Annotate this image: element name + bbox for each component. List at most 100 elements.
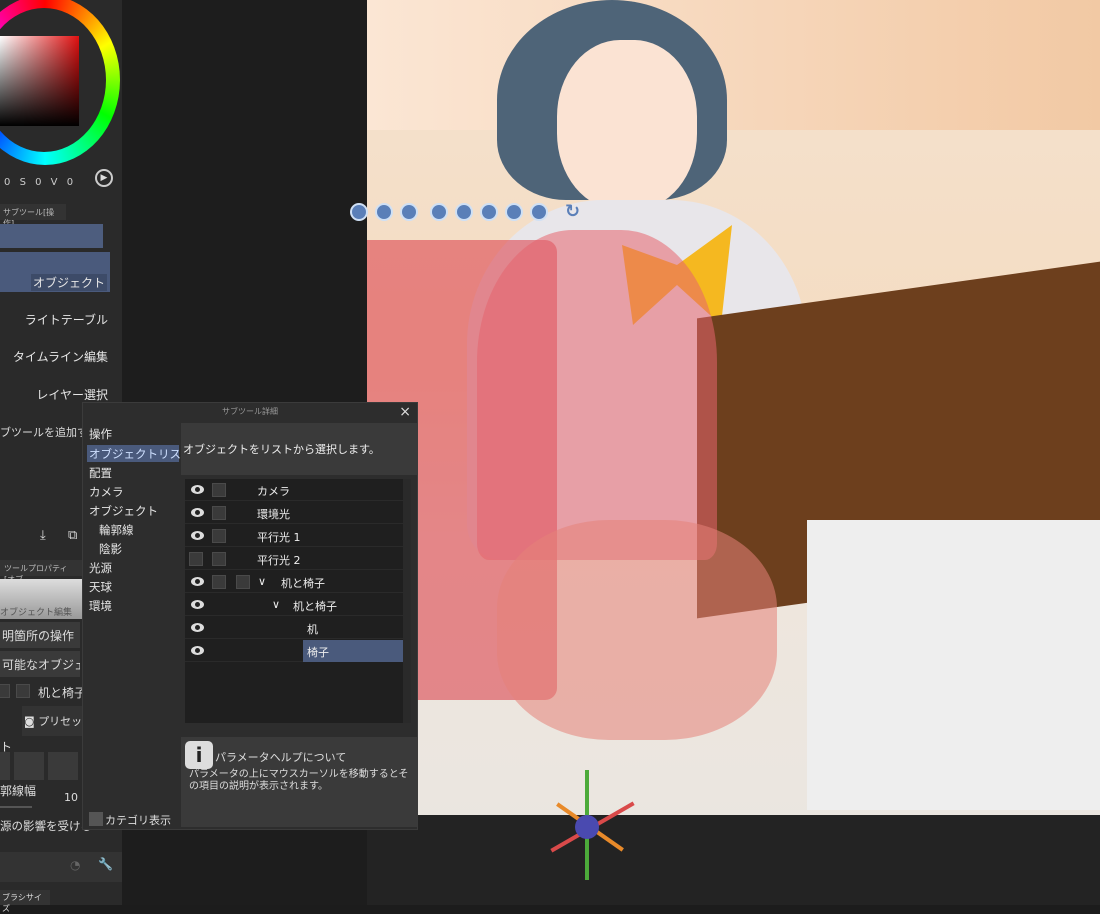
add-subtool-button[interactable]: ブツールを追加す [0, 424, 88, 440]
brush-size-tab[interactable]: ブラシサイズ [0, 890, 50, 913]
color-values: 0 S 0 V 0 [4, 177, 73, 188]
subtool-item-lighttable[interactable]: ライトテーブル [25, 311, 108, 328]
tool-property-tab[interactable]: ツールプロパティ[オブ [0, 560, 82, 584]
gizmo-center[interactable] [575, 815, 599, 839]
checkbox[interactable] [16, 684, 30, 698]
info-icon: i [185, 741, 213, 769]
list-item[interactable]: ∨ 机と椅子 [185, 594, 403, 616]
subtool-group-header[interactable] [0, 224, 103, 248]
light-presets [0, 752, 80, 780]
list-item[interactable]: 環境光 [185, 502, 403, 524]
visibility-checkbox-off[interactable] [189, 552, 203, 566]
affect-light-checkbox-label[interactable]: 源の影響を受ける [0, 818, 92, 834]
preset-button[interactable]: ◙ プリセッ [22, 706, 82, 736]
3d-manipulator-gizmo[interactable] [545, 770, 645, 880]
list-item-selected[interactable]: 椅子 [185, 640, 403, 662]
canvas-illustration[interactable] [367, 0, 1100, 905]
category-camera[interactable]: カメラ [89, 484, 124, 500]
subtool-tab[interactable]: サブツール[操作] [0, 204, 66, 228]
subtool-item-layer-select[interactable]: レイヤー選択 [36, 386, 108, 403]
category-shading[interactable]: 陰影 [99, 541, 122, 557]
reset-icon[interactable]: ↻ [565, 201, 580, 222]
lock-checkbox[interactable] [212, 483, 226, 497]
chevron-down-icon[interactable]: ∨ [258, 575, 266, 588]
item-label: 椅子 [307, 646, 329, 659]
help-text: パラメータの上にマウスカーソルを移動するとその項目の説明が表示されます。 [189, 769, 409, 792]
item-label: 平行光 1 [257, 531, 301, 544]
lock-checkbox[interactable] [212, 552, 226, 566]
move-icon[interactable] [350, 203, 368, 221]
category-environment[interactable]: 環境 [89, 598, 112, 614]
item-label: 環境光 [257, 508, 290, 521]
transparent-operation-button[interactable]: 明箇所の操作 [0, 622, 80, 648]
category-object[interactable]: オブジェクト [89, 503, 158, 519]
ground-icon[interactable] [505, 203, 523, 221]
item-label: 平行光 2 [257, 554, 301, 567]
light-preset[interactable] [0, 752, 10, 780]
camera-icon: ◙ [24, 715, 35, 728]
subtool-item-timeline[interactable]: タイムライン編集 [13, 348, 108, 365]
list-scrollbar[interactable] [403, 479, 411, 723]
eye-icon[interactable] [191, 646, 204, 655]
download-icon[interactable]: ⤓ [40, 528, 46, 543]
lock-checkbox[interactable] [212, 506, 226, 520]
tool-preview: オブジェクト編集 [0, 579, 82, 619]
outline-width-label: 郭線幅 [0, 784, 37, 798]
outline-width-slider[interactable] [0, 806, 32, 808]
parameter-help: i パラメータヘルプについて パラメータの上にマウスカーソルを移動するとその項目… [181, 737, 417, 827]
category-light-source[interactable]: 光源 [89, 560, 112, 576]
lock-checkbox[interactable] [212, 529, 226, 543]
character-sweater [477, 230, 717, 560]
eye-icon[interactable] [191, 600, 204, 609]
wrench-icon[interactable]: 🔧 [98, 857, 113, 871]
background-desk-sketch [807, 520, 1100, 810]
light-preset[interactable] [48, 752, 78, 780]
category-object-list[interactable]: オブジェクトリスト [89, 446, 193, 462]
category-display-checkbox[interactable] [89, 812, 103, 826]
item-label: 机 [307, 623, 318, 636]
list-item[interactable]: カメラ [185, 479, 403, 501]
category-display-label[interactable]: カテゴリ表示 [105, 812, 171, 828]
move-plane-icon[interactable] [430, 203, 448, 221]
saturation-value-square[interactable] [0, 36, 79, 126]
category-outline[interactable]: 輪郭線 [99, 522, 134, 538]
object-list: カメラ 環境光 平行光 1 平行光 2 ∨ 机と椅子 ∨ 机と椅子 机 椅子 [185, 479, 403, 723]
eye-icon[interactable] [191, 623, 204, 632]
fit-icon[interactable] [530, 203, 548, 221]
lock-checkbox[interactable] [212, 575, 226, 589]
eye-icon[interactable] [191, 485, 204, 494]
eye-icon[interactable] [191, 577, 204, 586]
clock-icon[interactable]: ◔ [70, 858, 80, 872]
category-sky[interactable]: 天球 [89, 579, 112, 595]
item-label: 机と椅子 [293, 600, 337, 613]
copy-icon[interactable]: ⧉ [68, 528, 77, 543]
canvas-edge [367, 815, 1100, 905]
rotate-object-icon[interactable] [455, 203, 473, 221]
subtool-label: オブジェクト [30, 274, 107, 291]
list-item[interactable]: 平行光 2 [185, 548, 403, 570]
list-item[interactable]: 机 [185, 617, 403, 639]
help-title: パラメータヘルプについて [215, 751, 347, 764]
light-preset[interactable] [14, 752, 44, 780]
subtool-item-object[interactable]: オブジェクト [0, 252, 110, 292]
close-button[interactable]: × [399, 404, 411, 420]
rotate-icon[interactable] [375, 203, 393, 221]
pan-icon[interactable] [400, 203, 418, 221]
checkbox[interactable] [0, 684, 10, 698]
list-item[interactable]: 平行光 1 [185, 525, 403, 547]
object-name: 机と椅子 [38, 686, 87, 700]
checkbox[interactable] [236, 575, 250, 589]
item-label: 机と椅子 [281, 577, 325, 590]
category-placement[interactable]: 配置 [89, 465, 112, 481]
chevron-down-icon[interactable]: ∨ [272, 598, 280, 611]
item-label: カメラ [257, 485, 290, 498]
list-item[interactable]: ∨ 机と椅子 [185, 571, 403, 593]
play-icon[interactable]: ▶ [95, 169, 113, 187]
outline-width-value[interactable]: 10 [64, 791, 78, 804]
h-value: 0 [4, 177, 11, 188]
camera-rotate-icon[interactable] [480, 203, 498, 221]
eye-icon[interactable] [191, 531, 204, 540]
eye-icon[interactable] [191, 508, 204, 517]
category-operation[interactable]: 操作 [89, 426, 112, 442]
editable-object-button[interactable]: 可能なオブジェク [0, 651, 80, 677]
